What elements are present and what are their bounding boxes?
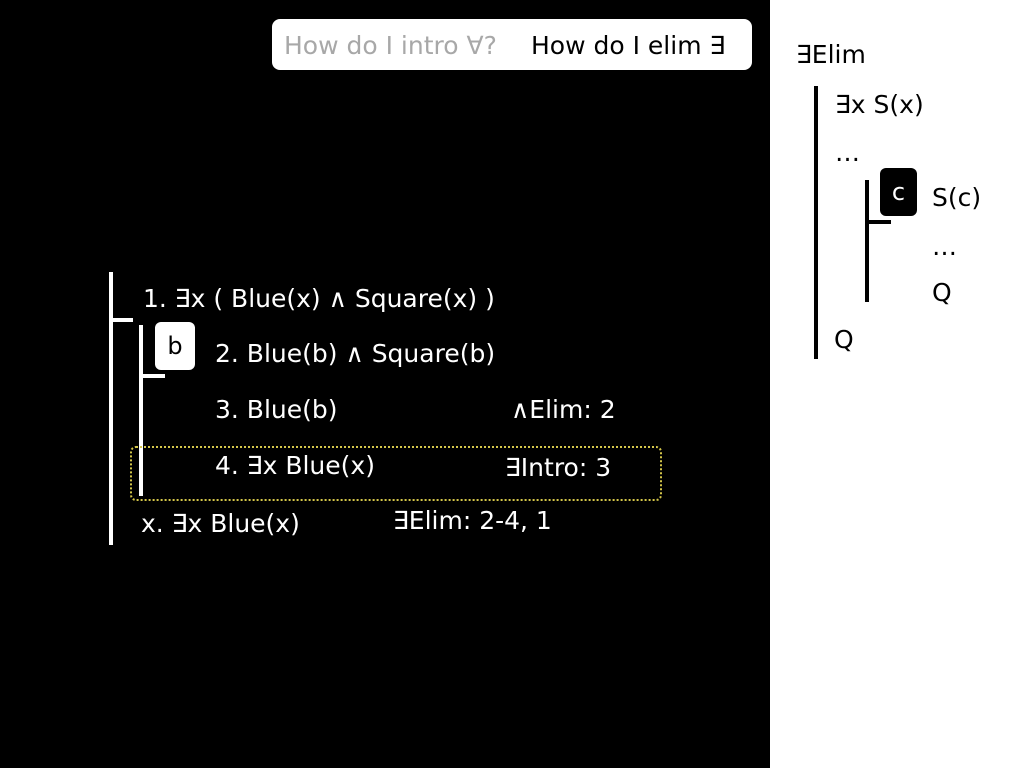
proof-line-2: 2. Blue(b) ∧ Square(b) xyxy=(215,339,496,368)
rule-subproof-bar xyxy=(865,180,869,302)
rule-conclusion: Q xyxy=(834,325,854,354)
question-elim-text: How do I elim ∃ xyxy=(531,31,726,60)
rule-outer-bar xyxy=(814,86,818,359)
rule-subproof-ellipsis: … xyxy=(932,232,957,261)
rule-premise: ∃x S(x) xyxy=(835,90,924,119)
flag-b-box: b xyxy=(155,322,195,370)
subproof-fitch-bar xyxy=(139,374,165,378)
flag-b-label: b xyxy=(167,332,183,360)
premise-fitch-bar xyxy=(109,318,133,322)
flag-c-label: c xyxy=(891,178,906,206)
conclusion-line: x. ∃x Blue(x) xyxy=(141,509,300,538)
rule-premise-ellipsis: … xyxy=(835,138,860,167)
proof-line-4: 4. ∃x Blue(x) xyxy=(215,451,375,480)
rule-subproof-result: Q xyxy=(932,278,952,307)
premise-line: 1. ∃x ( Blue(x) ∧ Square(x) ) xyxy=(143,284,495,313)
proof-line-3-justification: ∧Elim: 2 xyxy=(511,395,616,424)
flag-c-box: c xyxy=(880,168,917,216)
rule-subproof-assumption: S(c) xyxy=(932,183,982,212)
proof-line-4-justification: ∃Intro: 3 xyxy=(505,453,612,482)
conclusion-justification: ∃Elim: 2-4, 1 xyxy=(393,506,552,535)
proof-line-3: 3. Blue(b) xyxy=(215,395,338,424)
rule-title: ∃Elim xyxy=(796,40,866,69)
outer-proof-bar xyxy=(109,272,113,545)
rule-reference-panel: ∃Elim ∃x S(x) … c S(c) … Q Q xyxy=(770,0,1024,768)
question-intro-text: How do I intro ∀? xyxy=(284,31,497,60)
question-box: How do I intro ∀? How do I elim ∃ xyxy=(272,19,752,70)
rule-subproof-fitch-bar xyxy=(865,220,891,224)
